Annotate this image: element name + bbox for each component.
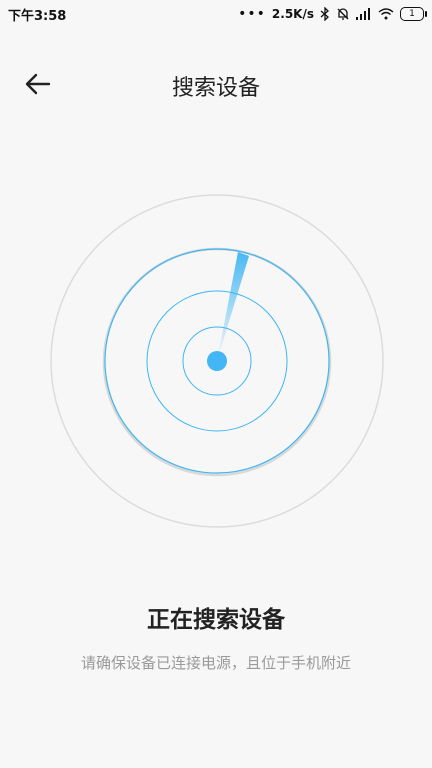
- status-time: 下午3:58: [8, 8, 67, 24]
- signal-icon: [356, 8, 372, 20]
- radar-sweep: [217, 252, 249, 361]
- top-bar: 搜索设备: [0, 56, 432, 108]
- bluetooth-icon: [320, 7, 330, 21]
- page-title: 搜索设备: [171, 76, 260, 101]
- search-hint-text: 请确保设备已连接电源，且位于手机附近: [80, 654, 351, 672]
- alarm-off-icon: [336, 7, 350, 21]
- notification-dots: •••: [238, 6, 266, 22]
- search-status-headline: 正在搜索设备: [147, 607, 285, 633]
- radar-center-dot: [207, 351, 227, 371]
- radar-animation: [50, 194, 384, 528]
- wifi-icon: [378, 8, 394, 20]
- status-indicators: ••• 2.5K/s 1: [238, 6, 427, 22]
- battery-icon: 1: [400, 7, 427, 21]
- network-speed: 2.5K/s: [271, 7, 314, 21]
- status-bar: 下午3:58 ••• 2.5K/s 1: [0, 0, 432, 28]
